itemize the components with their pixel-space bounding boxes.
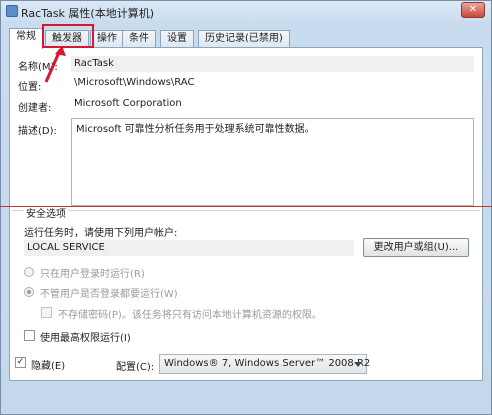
description-label: 描述(D):: [18, 126, 57, 137]
change-user-button[interactable]: 更改用户或组(U)...: [363, 238, 469, 257]
location-value: \Microsoft\Windows\RAC: [71, 75, 474, 91]
tab-history[interactable]: 历史记录(已禁用): [198, 30, 290, 48]
hidden-label: 隐藏(E): [31, 361, 66, 372]
annotation-arrow-icon: [44, 46, 66, 83]
run-whether-logged-on-radio[interactable]: [24, 287, 34, 297]
annotation-divider-line: [0, 206, 492, 207]
tab-general[interactable]: 常规: [9, 28, 43, 49]
general-tab-panel: 名称(M): RacTask 位置: \Microsoft\Windows\RA…: [9, 47, 483, 381]
run-only-when-logged-on-radio[interactable]: [24, 267, 34, 277]
location-label: 位置:: [18, 82, 42, 93]
configure-for-value: Windows® 7, Windows Server™ 2008 R2: [164, 358, 371, 369]
author-value: Microsoft Corporation: [71, 96, 474, 112]
window-title: RacTask 属性(本地计算机): [21, 7, 155, 20]
chevron-down-icon: [354, 362, 362, 367]
annotation-highlight-box: [42, 24, 94, 48]
title-bar: RacTask 属性(本地计算机) ✕: [1, 1, 491, 23]
security-options-divider: [12, 210, 480, 211]
do-not-store-password-checkbox[interactable]: [41, 307, 52, 318]
run-highest-privileges-label: 使用最高权限运行(I): [40, 333, 131, 344]
dialog-footer: [1, 382, 491, 415]
configure-for-label: 配置(C):: [116, 362, 155, 373]
run-whether-logged-on-label: 不管用户是否登录都要运行(W): [40, 289, 178, 300]
description-textarea[interactable]: Microsoft 可靠性分析任务用于处理系统可靠性数据。: [71, 118, 474, 206]
do-not-store-password-label: 不存储密码(P)。该任务将只有访问本地计算机资源的权限。: [58, 310, 322, 321]
run-only-when-logged-on-label: 只在用户登录时运行(R): [40, 269, 145, 280]
tab-settings[interactable]: 设置: [160, 30, 194, 48]
tab-conditions[interactable]: 条件: [122, 30, 156, 48]
run-as-user-field: LOCAL SERVICE: [24, 240, 354, 256]
bottom-config-row: ✓ 隐藏(E) 配置(C): Windows® 7, Windows Serve…: [9, 352, 483, 376]
run-highest-privileges-checkbox[interactable]: [24, 330, 35, 341]
hidden-checkbox[interactable]: ✓: [15, 357, 26, 368]
task-scheduler-icon: [6, 5, 18, 17]
name-field[interactable]: RacTask: [71, 56, 474, 72]
tab-actions[interactable]: 操作: [90, 30, 124, 48]
author-label: 创建者:: [18, 103, 52, 114]
run-as-label: 运行任务时，请使用下列用户帐户:: [24, 228, 178, 239]
configure-for-select[interactable]: Windows® 7, Windows Server™ 2008 R2: [159, 354, 371, 374]
security-options-title: 安全选项: [24, 205, 68, 220]
close-button[interactable]: ✕: [461, 2, 485, 18]
